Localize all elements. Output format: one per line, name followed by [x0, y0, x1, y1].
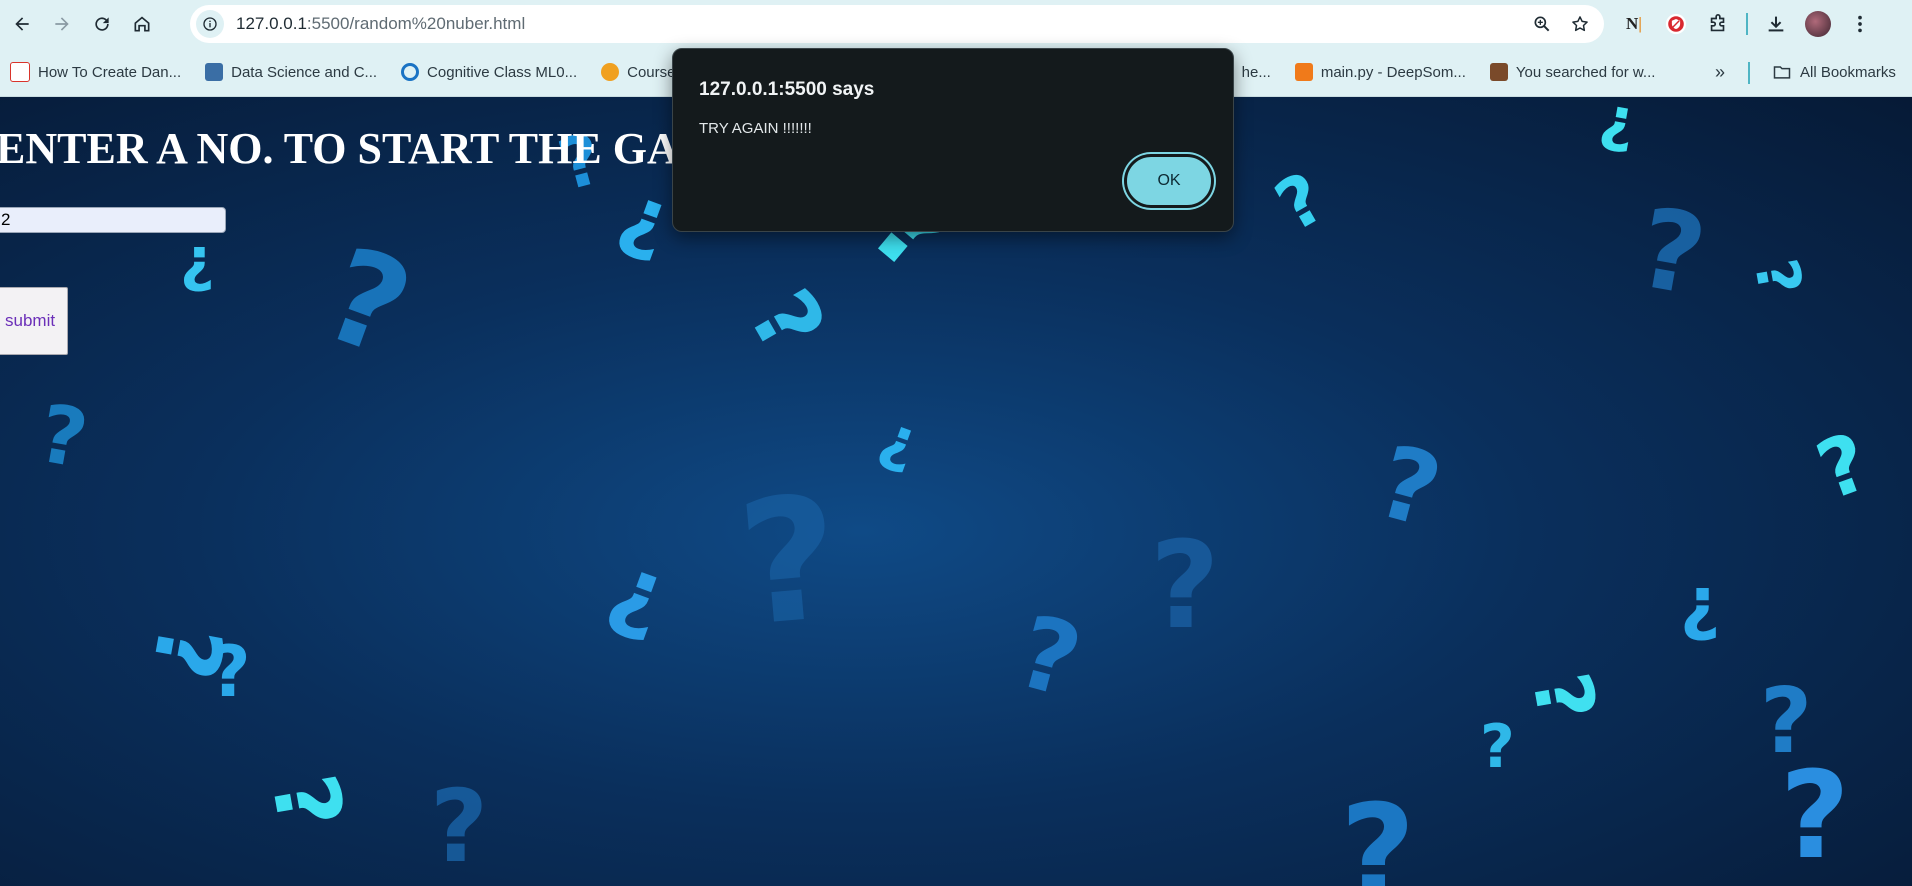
bookmark-label: Cognitive Class ML0...	[427, 63, 578, 81]
bookmark-label: Data Science and C...	[231, 63, 378, 81]
bookmark-label: main.py - DeepSom...	[1320, 63, 1466, 81]
alert-dialog: 127.0.0.1:5500 says TRY AGAIN !!!!!!! OK	[672, 48, 1234, 232]
question-mark-decoration: ?	[1805, 414, 1881, 519]
extension-shield-button[interactable]	[1662, 10, 1690, 38]
question-mark-decoration: ?	[1262, 156, 1339, 248]
deepsom-favicon-icon	[1294, 63, 1313, 81]
avatar-favicon-icon	[1489, 63, 1508, 81]
question-mark-decoration: ?	[728, 272, 846, 371]
more-bookmarks-button[interactable]: »	[1706, 56, 1734, 88]
url-path: :5500/random%20nuber.html	[306, 14, 526, 33]
menu-button[interactable]	[1846, 10, 1874, 38]
question-mark-decoration: ?	[306, 217, 430, 387]
bookmark-item[interactable]: Cognitive Class ML0...	[389, 56, 589, 88]
all-bookmarks-label: All Bookmarks	[1800, 63, 1896, 81]
number-input[interactable]	[0, 207, 226, 233]
site-info-button[interactable]	[196, 10, 224, 38]
question-mark-decoration: ?	[1680, 571, 1721, 653]
extension-n-label: N	[1625, 14, 1639, 33]
question-mark-decoration: ?	[1780, 747, 1850, 886]
bookmark-item[interactable]: Data Science and C...	[193, 56, 389, 88]
question-mark-decoration: ?	[1005, 592, 1093, 721]
bookmark-label: You searched for w...	[1515, 63, 1656, 81]
back-arrow-icon	[15, 17, 29, 31]
downloads-button[interactable]	[1762, 10, 1790, 38]
bookmark-label: he...	[1241, 63, 1271, 81]
toolbar-divider	[1746, 13, 1748, 35]
download-icon	[1768, 16, 1784, 32]
ok-button[interactable]: OK	[1127, 157, 1211, 205]
bookmark-item[interactable]: he...	[1242, 56, 1283, 88]
question-mark-decoration: ?	[1513, 665, 1614, 728]
url-text: 127.0.0.1:5500/random%20nuber.html	[236, 14, 525, 34]
question-mark-decoration: ?	[1365, 422, 1453, 551]
bookmarks-divider	[1748, 62, 1750, 84]
page-heading: ENTER A NO. TO START THE GAME	[0, 124, 750, 173]
bookmark-item[interactable]: main.py - DeepSom...	[1283, 56, 1478, 88]
browser-toolbar: 127.0.0.1:5500/random%20nuber.html N|	[0, 0, 1912, 48]
question-mark-decoration: ?	[1340, 776, 1416, 886]
question-mark-decoration: ?	[731, 459, 848, 665]
question-mark-decoration: ?	[1629, 183, 1715, 321]
circle-favicon-icon	[401, 63, 420, 81]
all-bookmarks-button[interactable]: All Bookmarks	[1760, 56, 1908, 88]
extensions-button[interactable]	[1704, 10, 1732, 38]
question-mark-decoration: ?	[430, 768, 489, 885]
question-mark-decoration: ?	[180, 232, 215, 302]
extension-n-button[interactable]: N|	[1620, 10, 1648, 38]
question-mark-decoration: ?	[869, 408, 926, 486]
info-icon	[203, 17, 217, 31]
folder-icon	[1773, 66, 1791, 79]
question-mark-decoration: ?	[32, 386, 95, 487]
question-mark-decoration: ?	[1150, 517, 1220, 656]
reload-button[interactable]	[82, 4, 122, 44]
bookmark-label: How To Create Dan...	[38, 63, 182, 81]
zoom-icon[interactable]	[1532, 14, 1552, 34]
bookmark-item[interactable]: You searched for w...	[1478, 56, 1668, 88]
submit-button[interactable]: submit	[0, 287, 68, 355]
question-mark-decoration: ?	[605, 175, 681, 280]
forward-button[interactable]	[42, 4, 82, 44]
cloud-favicon-icon	[601, 63, 620, 81]
question-mark-decoration: ?	[250, 767, 363, 837]
bookmark-item[interactable]: How To Create Dan...	[0, 56, 193, 88]
home-button[interactable]	[122, 4, 162, 44]
site-favicon-icon	[205, 63, 224, 81]
kebab-menu-icon	[1858, 15, 1862, 33]
shield-block-icon	[1665, 13, 1687, 35]
n-logo-icon: N|	[1625, 14, 1643, 33]
question-mark-decoration: ?	[593, 544, 679, 661]
avatar	[1805, 11, 1831, 37]
back-button[interactable]	[2, 4, 42, 44]
question-mark-decoration: ?	[210, 631, 251, 713]
home-icon	[134, 16, 150, 32]
url-host: 127.0.0.1	[236, 14, 307, 33]
profile-button[interactable]	[1804, 10, 1832, 38]
question-mark-decoration: ?	[1739, 253, 1815, 301]
dialog-message: TRY AGAIN !!!!!!!	[699, 120, 812, 137]
forward-arrow-icon	[55, 17, 69, 31]
chevron-double-right-icon: »	[1714, 61, 1725, 82]
puzzle-icon	[1710, 14, 1725, 32]
address-bar[interactable]: 127.0.0.1:5500/random%20nuber.html	[190, 5, 1604, 43]
dialog-title: 127.0.0.1:5500 says	[699, 79, 875, 100]
question-mark-decoration: ?	[1594, 97, 1641, 165]
youtube-favicon-icon	[10, 62, 30, 82]
reload-icon	[95, 17, 109, 31]
bookmark-star-icon[interactable]	[1570, 14, 1590, 34]
question-mark-decoration: ?	[1480, 712, 1515, 782]
